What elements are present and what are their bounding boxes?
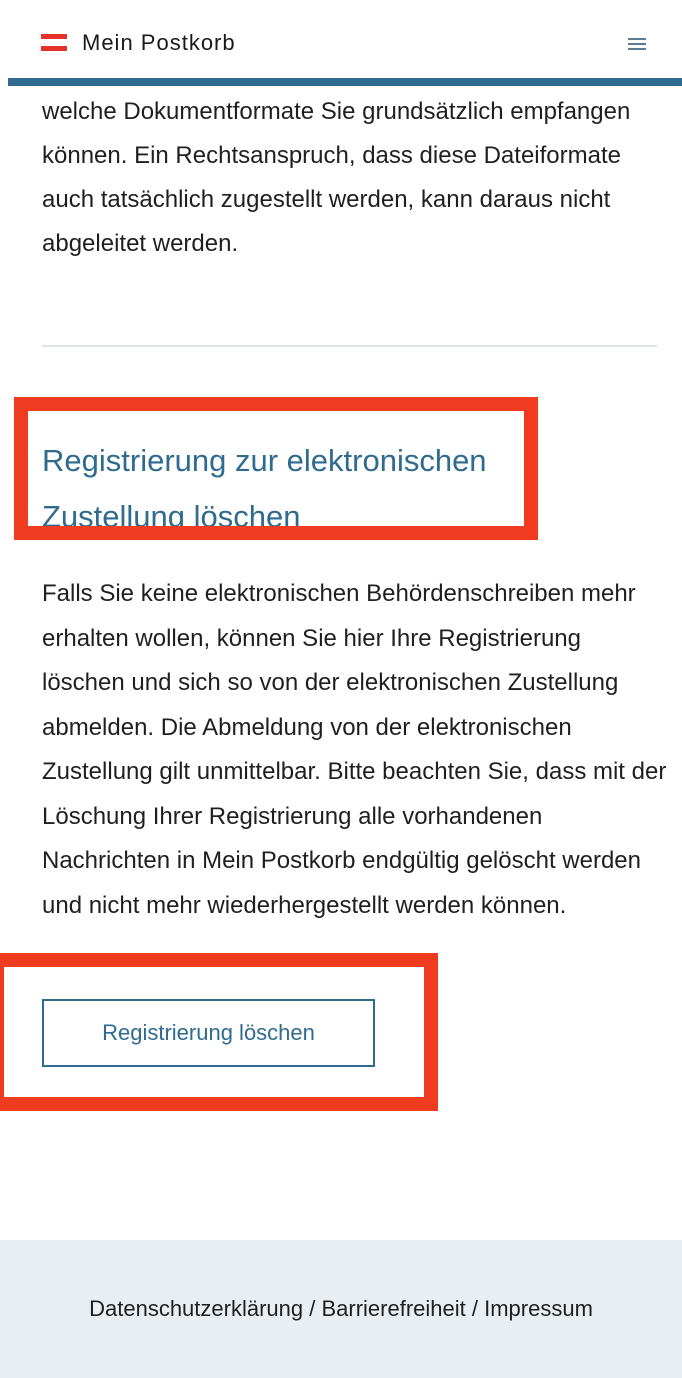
footer-links: Datenschutzerklärung / Barrierefreiheit …	[0, 1296, 682, 1322]
footer-separator: /	[465, 1296, 485, 1321]
section-divider	[42, 345, 657, 347]
section-body-paragraph: Falls Sie keine elektronischen Behördens…	[42, 580, 667, 919]
top-navigation-bar: Mein Postkorb	[8, 6, 682, 76]
app-title[interactable]: Mein Postkorb	[82, 30, 236, 56]
footer-link-privacy[interactable]: Datenschutzerklärung	[89, 1296, 303, 1321]
intro-section: welche Dokumentformate Sie grundsätzlich…	[42, 90, 662, 266]
footer: Datenschutzerklärung / Barrierefreiheit …	[0, 1240, 682, 1378]
austria-flag-icon	[41, 34, 67, 52]
hamburger-menu-icon[interactable]	[628, 36, 646, 52]
header-accent-line	[8, 78, 682, 86]
footer-separator: /	[303, 1296, 322, 1321]
intro-paragraph: welche Dokumentformate Sie grundsätzlich…	[42, 98, 631, 257]
footer-link-imprint[interactable]: Impressum	[484, 1296, 593, 1321]
footer-link-accessibility[interactable]: Barrierefreiheit	[321, 1296, 465, 1321]
section-heading: Registrierung zur elektronischen Zustell…	[42, 443, 487, 534]
delete-registration-button[interactable]: Registrierung löschen	[42, 999, 375, 1067]
